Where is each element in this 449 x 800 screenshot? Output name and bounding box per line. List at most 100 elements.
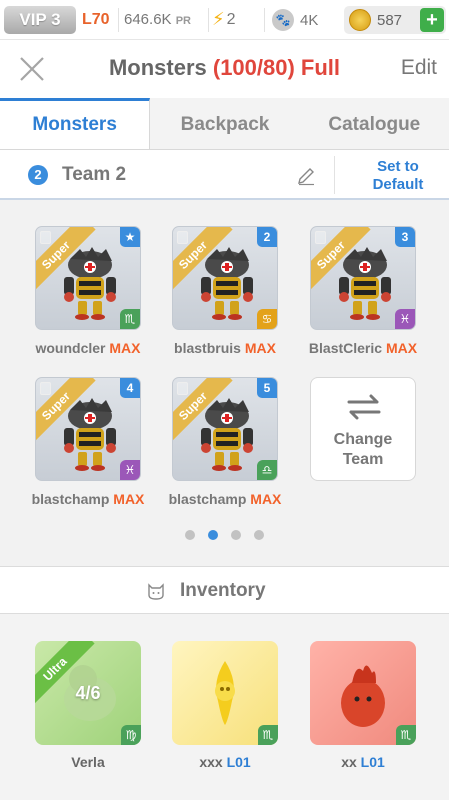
monster-portrait: [201, 398, 253, 471]
document-icon: [40, 231, 51, 244]
header: Monsters (100/80) Full Edit: [0, 40, 449, 98]
inventory-item-name: xxx L01: [155, 754, 295, 770]
max-badge: MAX: [244, 340, 276, 356]
item-name-text: xxx: [199, 754, 227, 770]
change-team-line2: Team: [342, 451, 384, 468]
monster-card[interactable]: Super ★ ♏: [35, 226, 141, 330]
monster-name: woundcler MAX: [18, 340, 158, 356]
divider: [118, 8, 119, 32]
inventory-card[interactable]: ♏: [310, 641, 416, 745]
tab-backpack[interactable]: Backpack: [150, 98, 299, 149]
food-counter[interactable]: 🐾 4K: [272, 8, 338, 32]
energy-counter[interactable]: ⚡ 2: [212, 9, 236, 30]
monster-portrait: [201, 247, 253, 320]
max-badge: MAX: [385, 340, 418, 356]
document-icon: [177, 382, 188, 395]
zodiac-icon: ♓: [120, 460, 140, 480]
inventory-card[interactable]: ♏: [172, 641, 278, 745]
monster-portrait: [339, 247, 391, 320]
monster-name: blastchamp MAX: [18, 491, 158, 507]
tab-bar: Monsters Backpack Catalogue: [0, 98, 449, 150]
document-icon: [40, 382, 51, 395]
inventory-title: Inventory: [180, 580, 266, 601]
item-name-text: Verla: [71, 754, 105, 770]
page-dot[interactable]: [208, 530, 218, 540]
set-default-line2: Default: [372, 176, 424, 193]
collection-progress: 4/6: [75, 683, 101, 703]
monster-head-icon: [148, 583, 164, 600]
player-level: L70: [82, 11, 110, 28]
tab-catalogue[interactable]: Catalogue: [300, 98, 449, 149]
monster-name-text: blastchamp: [168, 491, 251, 507]
zodiac-icon: ♍: [121, 725, 141, 745]
team-bar: 2 Team 2 Set to Default: [0, 150, 449, 200]
monster-card[interactable]: Super 5 ♎: [172, 377, 278, 481]
page-title: Monsters (100/80) Full: [0, 55, 449, 81]
team-name: Team 2: [62, 164, 127, 185]
slot-badge: 2: [257, 227, 277, 247]
power-value: 646.6K: [124, 11, 172, 28]
set-default-line1: Set to: [377, 158, 419, 175]
page-indicator: [185, 530, 264, 540]
lightning-icon: ⚡: [212, 9, 225, 29]
item-name-text: xx: [341, 754, 361, 770]
paw-icon: 🐾: [272, 9, 294, 31]
slot-badge: 5: [257, 378, 277, 398]
page-dot[interactable]: [185, 530, 195, 540]
vip-badge[interactable]: VIP 3: [4, 6, 76, 34]
page-dot[interactable]: [254, 530, 264, 540]
change-team-label: Change Team: [311, 430, 415, 470]
energy-value: 2: [226, 10, 236, 28]
set-default-button[interactable]: Set to Default: [350, 158, 446, 194]
change-team-line1: Change: [333, 431, 393, 448]
monster-name-text: woundcler: [35, 340, 110, 356]
title-text: Monsters: [108, 55, 207, 80]
monster-portrait: [64, 398, 116, 471]
zodiac-icon: ♓: [395, 309, 415, 329]
item-level: L01: [360, 754, 385, 770]
inventory-item-name: xx L01: [293, 754, 433, 770]
slot-badge: 4: [120, 378, 140, 398]
add-coins-button[interactable]: +: [420, 8, 444, 32]
monster-card[interactable]: Super 3 ♓: [310, 226, 416, 330]
zodiac-icon: ♏: [258, 725, 278, 745]
monster-portrait: [64, 247, 116, 320]
max-badge: MAX: [250, 491, 282, 507]
power-rating: 646.6K PR: [124, 11, 191, 28]
food-value: 4K: [300, 11, 319, 29]
monster-name: blastchamp MAX: [155, 491, 295, 507]
monster-card[interactable]: Super 2 ♋: [172, 226, 278, 330]
divider: [208, 8, 209, 32]
monster-name-text: blastbruis: [174, 340, 245, 356]
status-bar: VIP 3 L70 646.6K PR ⚡ 2 🐾 4K 587 +: [0, 0, 449, 40]
zodiac-icon: ♏: [396, 725, 416, 745]
document-icon: [177, 231, 188, 244]
change-team-button[interactable]: Change Team: [310, 377, 416, 481]
monster-name-text: BlastCleric: [308, 340, 386, 356]
zodiac-icon: ♋: [257, 309, 277, 329]
monster-name: blastbruis MAX: [155, 340, 295, 356]
zodiac-icon: ♏: [120, 309, 140, 329]
page-dot[interactable]: [231, 530, 241, 540]
tab-monsters[interactable]: Monsters: [0, 98, 151, 149]
slot-badge: ★: [120, 227, 140, 247]
divider: [264, 8, 265, 32]
inventory-item-name: Verla: [18, 754, 158, 770]
inventory-header: Inventory: [0, 566, 449, 614]
swap-arrows-icon: [347, 394, 381, 420]
coin-counter[interactable]: 587 +: [344, 6, 446, 34]
power-unit: PR: [175, 15, 191, 27]
monster-name-text: blastchamp: [31, 491, 114, 507]
slot-badge: 3: [395, 227, 415, 247]
max-badge: MAX: [109, 340, 141, 356]
divider: [334, 156, 335, 194]
zodiac-icon: ♎: [257, 460, 277, 480]
team-number-badge: 2: [28, 165, 48, 185]
monster-card[interactable]: Super 4 ♓: [35, 377, 141, 481]
monster-name: BlastCleric MAX: [293, 340, 433, 356]
pencil-icon[interactable]: [296, 166, 316, 186]
edit-button[interactable]: Edit: [401, 56, 437, 80]
item-level: L01: [226, 754, 251, 770]
coin-icon: [349, 9, 371, 31]
inventory-card[interactable]: Ultra 4/6 ♍: [35, 641, 141, 745]
